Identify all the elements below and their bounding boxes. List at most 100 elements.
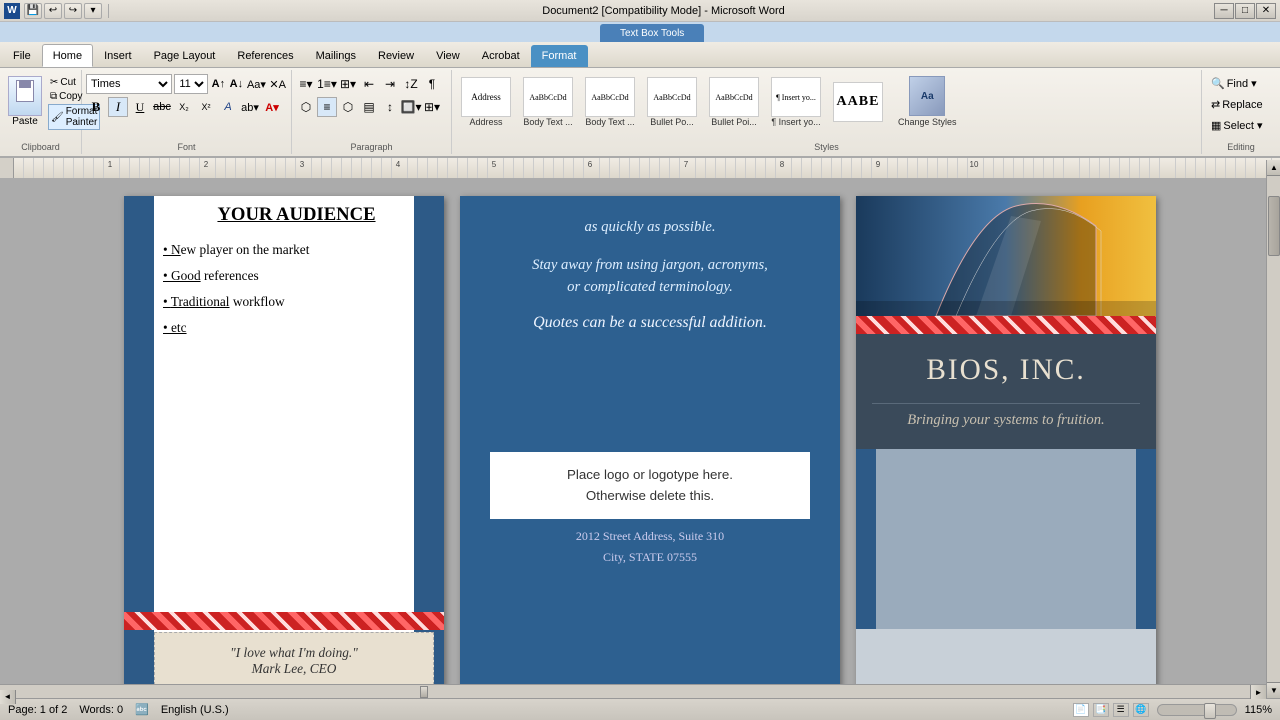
find-button[interactable]: 🔍Find ▾ bbox=[1206, 74, 1268, 93]
increase-indent-button[interactable]: ⇥ bbox=[380, 74, 400, 94]
red-stripe bbox=[124, 612, 444, 630]
numbering-button[interactable]: 1≡▾ bbox=[317, 74, 337, 94]
text-box-tools-tab[interactable]: Text Box Tools bbox=[600, 24, 704, 42]
bold-button[interactable]: B bbox=[86, 97, 106, 117]
view-outline-button[interactable]: ☰ bbox=[1113, 703, 1129, 717]
tab-format[interactable]: Format bbox=[531, 45, 588, 67]
tab-mailings[interactable]: Mailings bbox=[305, 45, 367, 67]
clear-format-button[interactable]: ✕A bbox=[268, 74, 287, 94]
show-hide-button[interactable]: ¶ bbox=[422, 74, 442, 94]
ruler-corner bbox=[0, 158, 14, 178]
save-button[interactable]: 💾 bbox=[24, 3, 42, 19]
minimize-button[interactable]: ─ bbox=[1214, 3, 1234, 19]
style-item-address[interactable]: Address Address bbox=[456, 74, 516, 130]
tab-acrobat[interactable]: Acrobat bbox=[471, 45, 531, 67]
paste-icon bbox=[8, 76, 42, 116]
styles-group: Address Address AaBbCcDd Body Text ... A… bbox=[452, 70, 1202, 154]
undo-button[interactable]: ↩ bbox=[44, 3, 62, 19]
scroll-thumb[interactable] bbox=[1268, 196, 1280, 256]
style-item-bullet-po-2[interactable]: AaBbCcDd Bullet Poi... bbox=[704, 74, 764, 130]
style-item-insert[interactable]: ¶ Insert yo... ¶ Insert yo... bbox=[766, 74, 826, 130]
font-color-button[interactable]: A▾ bbox=[262, 97, 282, 117]
left-page[interactable]: YOUR AUDIENCE • New player on the market… bbox=[124, 196, 444, 690]
window-title: Document2 [Compatibility Mode] - Microso… bbox=[113, 5, 1214, 17]
window-controls: ─ □ ✕ bbox=[1214, 3, 1276, 19]
scroll-left-button[interactable]: ◄ bbox=[0, 690, 16, 704]
horizontal-scrollbar[interactable]: ◄ ► bbox=[0, 684, 1266, 698]
underline-button[interactable]: U bbox=[130, 97, 150, 117]
select-button[interactable]: ▦Select ▾ bbox=[1206, 116, 1268, 135]
paste-button[interactable]: Paste bbox=[4, 74, 46, 129]
style-item-aabe[interactable]: AABE bbox=[828, 79, 888, 125]
highlight-button[interactable]: ab▾ bbox=[240, 97, 260, 117]
paragraph-group: ≡▾ 1≡▾ ⊞▾ ⇤ ⇥ ↕Z ¶ ⬡ ≡ ⬡ ▤ ↕ 🔲▾ ⊞▾ bbox=[292, 70, 452, 154]
shrink-font-button[interactable]: A↓ bbox=[228, 74, 244, 94]
right-page-right-stripe bbox=[1136, 449, 1156, 629]
tab-references[interactable]: References bbox=[226, 45, 304, 67]
style-item-bullet-po-1[interactable]: AaBbCcDd Bullet Po... bbox=[642, 74, 702, 130]
tab-page-layout[interactable]: Page Layout bbox=[143, 45, 227, 67]
tab-home[interactable]: Home bbox=[42, 44, 93, 67]
spell-check-icon[interactable]: 🔤 bbox=[135, 703, 149, 716]
line-spacing-button[interactable]: ↕ bbox=[380, 97, 400, 117]
multilevel-list-button[interactable]: ⊞▾ bbox=[338, 74, 358, 94]
maximize-button[interactable]: □ bbox=[1235, 3, 1255, 19]
h-scroll-thumb[interactable] bbox=[420, 686, 428, 698]
audience-title: YOUR AUDIENCE bbox=[159, 204, 434, 226]
qa-more-button[interactable]: ▾ bbox=[84, 3, 102, 19]
shading-button[interactable]: 🔲▾ bbox=[401, 97, 421, 117]
align-right-button[interactable]: ⬡ bbox=[338, 97, 358, 117]
tab-file[interactable]: File bbox=[2, 45, 42, 67]
language[interactable]: English (U.S.) bbox=[161, 704, 229, 716]
strikethrough-button[interactable]: abc bbox=[152, 97, 172, 117]
middle-text-2: Stay away from using jargon, acronyms,or… bbox=[500, 254, 800, 298]
editing-group-label: Editing bbox=[1202, 142, 1280, 152]
view-layout-button[interactable]: 📑 bbox=[1093, 703, 1109, 717]
quote-text: "I love what I'm doing."Mark Lee, CEO bbox=[230, 645, 358, 677]
change-styles-button[interactable]: Aa Change Styles bbox=[894, 74, 961, 130]
font-size-select[interactable]: 11 bbox=[174, 74, 208, 94]
tab-insert[interactable]: Insert bbox=[93, 45, 143, 67]
redo-button[interactable]: ↪ bbox=[64, 3, 82, 19]
change-case-button[interactable]: Aa▾ bbox=[246, 74, 266, 94]
middle-page[interactable]: as quickly as possible. Stay away from u… bbox=[460, 196, 840, 690]
zoom-slider[interactable] bbox=[1157, 704, 1237, 716]
word-count: Words: 0 bbox=[79, 704, 123, 716]
italic-button[interactable]: I bbox=[108, 97, 128, 117]
justify-button[interactable]: ▤ bbox=[359, 97, 379, 117]
view-normal-button[interactable]: 📄 bbox=[1073, 703, 1089, 717]
right-page-left-stripe bbox=[856, 449, 876, 629]
decrease-indent-button[interactable]: ⇤ bbox=[359, 74, 379, 94]
grow-font-button[interactable]: A↑ bbox=[210, 74, 226, 94]
font-family-select[interactable]: Times bbox=[86, 74, 172, 94]
document-area[interactable]: YOUR AUDIENCE • New player on the market… bbox=[0, 178, 1280, 698]
left-page-content: YOUR AUDIENCE • New player on the market… bbox=[159, 196, 434, 336]
superscript-button[interactable]: X² bbox=[196, 97, 216, 117]
scroll-right-button[interactable]: ► bbox=[1250, 685, 1266, 699]
text-effect-button[interactable]: A bbox=[218, 97, 238, 117]
align-center-button[interactable]: ≡ bbox=[317, 97, 337, 117]
paste-label: Paste bbox=[12, 116, 38, 127]
border-button[interactable]: ⊞▾ bbox=[422, 97, 442, 117]
ruler: 1 2 3 4 5 6 7 8 9 10 bbox=[0, 158, 1280, 178]
quote-box[interactable]: "I love what I'm doing."Mark Lee, CEO bbox=[154, 632, 434, 690]
close-button[interactable]: ✕ bbox=[1256, 3, 1276, 19]
right-red-stripe bbox=[856, 316, 1156, 334]
view-web-button[interactable]: 🌐 bbox=[1133, 703, 1149, 717]
style-item-body-text-1[interactable]: AaBbCcDd Body Text ... bbox=[518, 74, 578, 130]
style-item-body-text-2[interactable]: AaBbCcDd Body Text ... bbox=[580, 74, 640, 130]
bullets-button[interactable]: ≡▾ bbox=[296, 74, 316, 94]
clipboard-label: Clipboard bbox=[0, 142, 81, 152]
right-page[interactable]: BIOS, INC. Bringing your systems to frui… bbox=[856, 196, 1156, 690]
status-right: 📄 📑 ☰ 🌐 115% bbox=[1073, 703, 1272, 717]
subscript-button[interactable]: X₂ bbox=[174, 97, 194, 117]
sort-button[interactable]: ↕Z bbox=[401, 74, 421, 94]
logo-box[interactable]: Place logo or logotype here. Otherwise d… bbox=[490, 452, 810, 519]
align-left-button[interactable]: ⬡ bbox=[296, 97, 316, 117]
scroll-up-button[interactable]: ▲ bbox=[1267, 160, 1280, 176]
tab-review[interactable]: Review bbox=[367, 45, 425, 67]
vertical-scrollbar[interactable]: ▲ ▼ bbox=[1266, 160, 1280, 698]
tab-view[interactable]: View bbox=[425, 45, 471, 67]
scroll-down-button[interactable]: ▼ bbox=[1267, 682, 1280, 698]
replace-button[interactable]: ⇄Replace bbox=[1206, 95, 1268, 114]
